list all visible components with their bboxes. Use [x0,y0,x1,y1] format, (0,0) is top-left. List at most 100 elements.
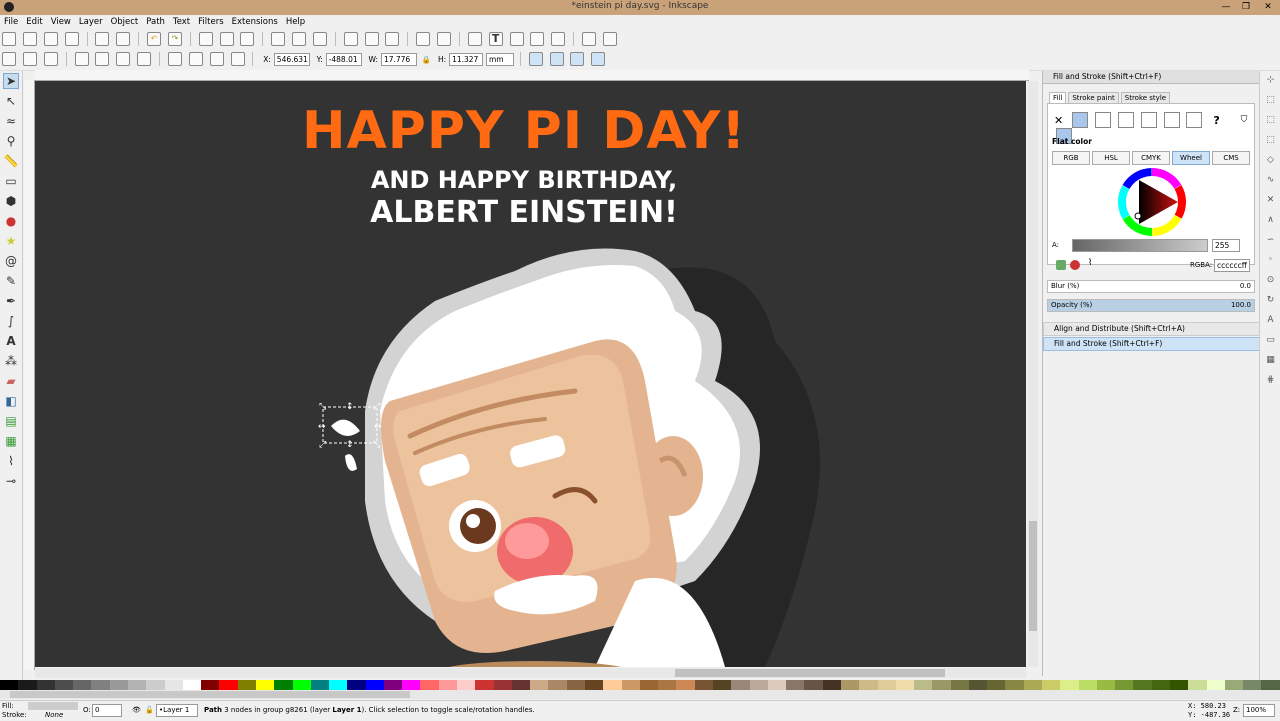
pattern-icon[interactable] [1163,112,1180,128]
radial-gradient-icon[interactable] [1117,112,1134,128]
tweak-tool-icon[interactable]: ≈ [3,113,19,129]
layer-visibility-icon[interactable]: 👁 [132,706,141,714]
palette-swatch[interactable] [1133,680,1152,690]
menu-path[interactable]: Path [142,15,169,30]
palette-swatch[interactable] [822,680,841,690]
palette-swatch[interactable] [914,680,933,690]
palette-swatch[interactable] [237,680,256,690]
palette-swatch[interactable] [54,680,74,690]
palette-swatch[interactable] [968,680,988,690]
rectangle-tool-icon[interactable]: ▭ [3,173,19,189]
palette-swatch[interactable] [1243,680,1262,690]
mode-cmyk-button[interactable]: CMYK [1132,151,1170,165]
mode-hsl-button[interactable]: HSL [1092,151,1130,165]
layer-select[interactable]: •Layer 1 [156,704,198,717]
deselect-icon[interactable] [43,52,58,66]
transform-patterns-icon[interactable] [591,52,606,66]
color-picker-icon[interactable]: ⌇ [1088,258,1092,268]
palette-swatch[interactable] [1115,680,1134,690]
palette-swatch[interactable] [621,680,640,690]
print-icon[interactable] [64,32,79,46]
palette-swatch[interactable] [950,680,969,690]
palette-swatch[interactable] [73,680,92,690]
palette-swatch[interactable] [1005,680,1024,690]
raise-icon[interactable] [188,52,203,66]
raise-to-top-icon[interactable] [167,52,182,66]
palette-swatch[interactable] [1042,680,1061,690]
dropper-tool-icon[interactable]: ⌇ [3,453,19,469]
palette-swatch[interactable] [438,680,458,690]
selector-tool-icon[interactable]: ➤ [3,73,19,89]
scale-corners-icon[interactable] [549,52,564,66]
einstein-illustration[interactable]: ⤡ ↕ ⤢ ↔ ↔ ⤢ ↕ ⤡ [35,81,1026,667]
menu-view[interactable]: View [47,15,75,30]
snap-grid-icon[interactable]: ▦ [1265,355,1277,367]
undo-icon[interactable]: ↶ [147,32,161,46]
pen-tool-icon[interactable]: ✒ [3,293,19,309]
palette-swatch[interactable] [310,680,330,690]
zoom-selection-icon[interactable] [271,32,286,46]
drawing-canvas[interactable]: HAPPY PI DAY! AND HAPPY BIRTHDAY, ALBERT… [35,81,1026,667]
palette-swatch[interactable] [676,680,695,690]
palette-swatch[interactable] [493,680,512,690]
select-all-layers-icon[interactable] [22,52,37,66]
fill-stroke-panel-collapsed[interactable]: Fill and Stroke (Shift+Ctrl+F) [1043,337,1267,351]
menu-extensions[interactable]: Extensions [228,15,282,30]
color-palette[interactable] [0,680,1280,690]
palette-swatch[interactable] [127,680,147,690]
menu-edit[interactable]: Edit [22,15,46,30]
horizontal-scrollbar[interactable] [35,668,1026,678]
cut-icon[interactable] [219,32,234,46]
snap-paths-icon[interactable]: ∿ [1265,175,1277,187]
palette-swatch[interactable] [1261,680,1280,690]
text-tool-icon[interactable]: A [3,333,19,349]
tab-fill[interactable]: Fill [1049,92,1067,103]
zoom-field[interactable]: 100% [1243,704,1275,717]
palette-swatch[interactable] [566,680,585,690]
object-properties-icon[interactable] [530,32,545,46]
palette-swatch[interactable] [585,680,604,690]
palette-swatch[interactable] [1224,680,1244,690]
snap-page-icon[interactable]: ▭ [1265,335,1277,347]
flat-color-icon[interactable] [1072,112,1089,128]
palette-swatch[interactable] [639,680,659,690]
menu-help[interactable]: Help [282,15,309,30]
opacity-slider[interactable]: Opacity (%) 100.0 [1047,299,1255,312]
mesh-tool-icon[interactable]: ▦ [3,433,19,449]
3d-box-tool-icon[interactable]: ⬢ [3,193,19,209]
spray-tool-icon[interactable]: ⁂ [3,353,19,369]
snap-smooth-icon[interactable]: ∽ [1265,235,1277,247]
document-properties-icon[interactable] [582,32,596,46]
palette-swatch[interactable] [603,680,622,690]
align-icon[interactable] [551,32,566,46]
unit-select[interactable]: mm [485,52,514,66]
linear-gradient-icon[interactable] [1094,112,1111,128]
palette-swatch[interactable] [146,680,165,690]
lock-icon[interactable]: 🔒 [422,55,431,64]
palette-swatch[interactable] [859,680,878,690]
layers-icon[interactable] [509,32,524,46]
palette-swatch[interactable] [712,680,732,690]
palette-swatch[interactable] [895,680,915,690]
palette-swatch[interactable] [804,680,823,690]
zoom-drawing-icon[interactable] [292,32,306,46]
open-file-icon[interactable] [22,32,37,46]
palette-swatch[interactable] [457,680,476,690]
palette-swatch[interactable] [347,680,366,690]
palette-scrollbar[interactable] [0,690,1280,699]
menu-object[interactable]: Object [107,15,143,30]
rotate-cw-icon[interactable] [95,52,110,66]
palette-swatch[interactable] [109,680,128,690]
palette-swatch[interactable] [1096,680,1116,690]
palette-swatch[interactable] [475,680,494,690]
xml-editor-icon[interactable] [467,32,482,46]
alpha-field[interactable]: 255 [1212,239,1240,252]
new-document-icon[interactable] [2,32,16,46]
palette-swatch[interactable] [932,680,951,690]
palette-swatch[interactable] [987,680,1006,690]
unlink-clone-icon[interactable] [385,32,400,46]
palette-swatch[interactable] [383,680,403,690]
snap-enable-icon[interactable]: ⊹ [1265,75,1277,87]
palette-swatch[interactable] [840,680,860,690]
clone-icon[interactable] [364,32,379,46]
